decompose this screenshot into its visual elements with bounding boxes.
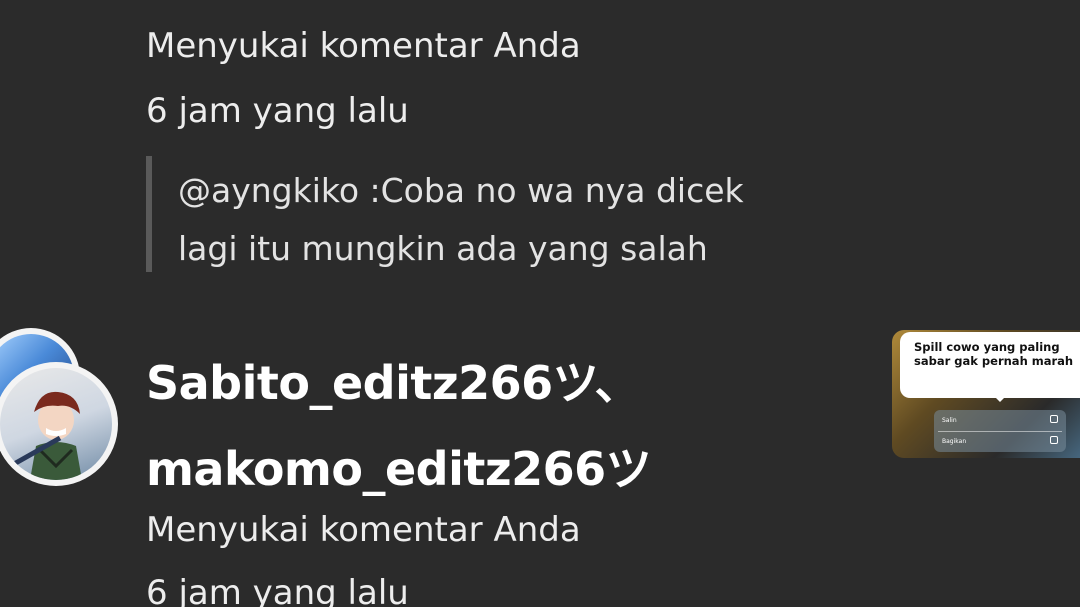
notification-feed: Menyukai komentar Anda 6 jam yang lalu @…: [0, 0, 1080, 607]
stacked-avatars[interactable]: [0, 328, 122, 488]
thumbnail-speech-bubble: Spill cowo yang paling sabar gak pernah …: [900, 332, 1080, 398]
video-thumbnail[interactable]: Spill cowo yang paling sabar gak pernah …: [892, 330, 1080, 458]
quoted-comment-text: @ayngkiko :Coba no wa nya dicek lagi itu…: [178, 162, 744, 278]
thumbnail-bubble-text: Spill cowo yang paling sabar gak pernah …: [914, 340, 1073, 368]
thumbnail-bubble-line-1: Spill cowo yang paling: [914, 340, 1060, 354]
quoted-comment-line-1: @ayngkiko :Coba no wa nya dicek: [178, 171, 744, 210]
thumbnail-menu-share: Bagikan: [942, 438, 967, 445]
speech-bubble-tail: [990, 392, 1010, 402]
timestamp: 6 jam yang lalu: [146, 91, 409, 131]
menu-divider: [938, 431, 1062, 432]
like-action-text: Menyukai komentar Anda: [146, 510, 581, 550]
timestamp: 6 jam yang lalu: [146, 573, 409, 607]
usernames[interactable]: Sabito_editz266ツ、 makomo_editz266ツ: [146, 340, 652, 512]
quote-bar: [146, 156, 152, 272]
thumbnail-menu-copy: Salin: [942, 417, 957, 424]
username-2[interactable]: makomo_editz266ツ: [146, 426, 652, 512]
thumbnail-bubble-line-2: sabar gak pernah marah: [914, 354, 1074, 368]
copy-icon: [1050, 415, 1058, 423]
share-icon: [1050, 436, 1058, 444]
quoted-comment[interactable]: @ayngkiko :Coba no wa nya dicek lagi itu…: [146, 156, 826, 272]
avatar-front-image: [0, 368, 112, 480]
username-1[interactable]: Sabito_editz266ツ、: [146, 340, 651, 426]
thumbnail-context-menu: Salin Bagikan: [934, 410, 1066, 452]
quoted-comment-line-2: lagi itu mungkin ada yang salah: [178, 229, 708, 268]
anime-character-icon: [12, 391, 82, 480]
like-action-text: Menyukai komentar Anda: [146, 26, 581, 66]
